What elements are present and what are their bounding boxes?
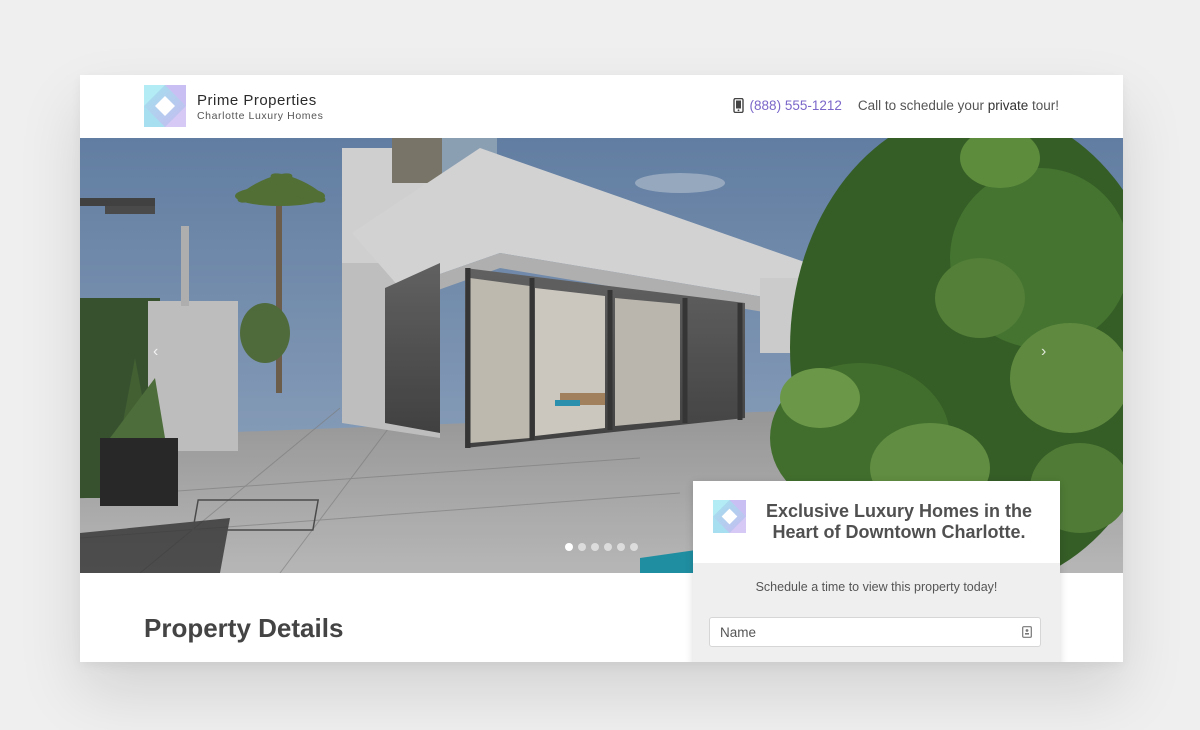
name-field[interactable] [709,617,1041,647]
logo-icon[interactable] [144,85,186,127]
call-text-end: tour! [1028,98,1059,113]
section-title: Property Details [144,613,344,643]
chevron-right-icon[interactable]: › [1041,343,1046,361]
carousel-dot[interactable] [578,543,586,551]
panel-body: Schedule a time to view this property to… [693,563,1060,662]
phone-icon [732,98,744,113]
contact-info: (888) 555-1212 Call to schedule your pri… [732,98,1059,113]
chevron-left-icon[interactable]: ‹ [153,343,158,361]
carousel-indicators [565,543,638,551]
brand-tagline: Charlotte Luxury Homes [197,110,324,122]
call-to-action-text: Call to schedule your private tour! [858,98,1059,113]
schedule-form-panel: Exclusive Luxury Homes in the Heart of D… [693,481,1060,662]
call-text-start: Call to schedule your [857,98,988,113]
panel-header: Exclusive Luxury Homes in the Heart of D… [693,481,1060,563]
logo-icon [713,500,746,533]
form-heading: Exclusive Luxury Homes in the Heart of D… [765,501,1033,542]
carousel-dot[interactable] [565,543,573,551]
page-card: Prime Properties Charlotte Luxury Homes … [80,75,1123,662]
brand[interactable]: Prime Properties Charlotte Luxury Homes [197,92,323,122]
form-subtitle: Schedule a time to view this property to… [755,580,998,594]
phone-link[interactable]: (888) 555-1212 [750,98,842,113]
carousel-dot[interactable] [630,543,638,551]
brand-name: Prime Properties [197,92,317,109]
contact-card-icon [1022,626,1032,638]
site-header: Prime Properties Charlotte Luxury Homes … [80,75,1123,138]
name-input[interactable] [720,618,1010,646]
call-text-bold: private [987,98,1029,113]
carousel-dot[interactable] [617,543,625,551]
carousel-dot[interactable] [591,543,599,551]
carousel-dot[interactable] [604,543,612,551]
